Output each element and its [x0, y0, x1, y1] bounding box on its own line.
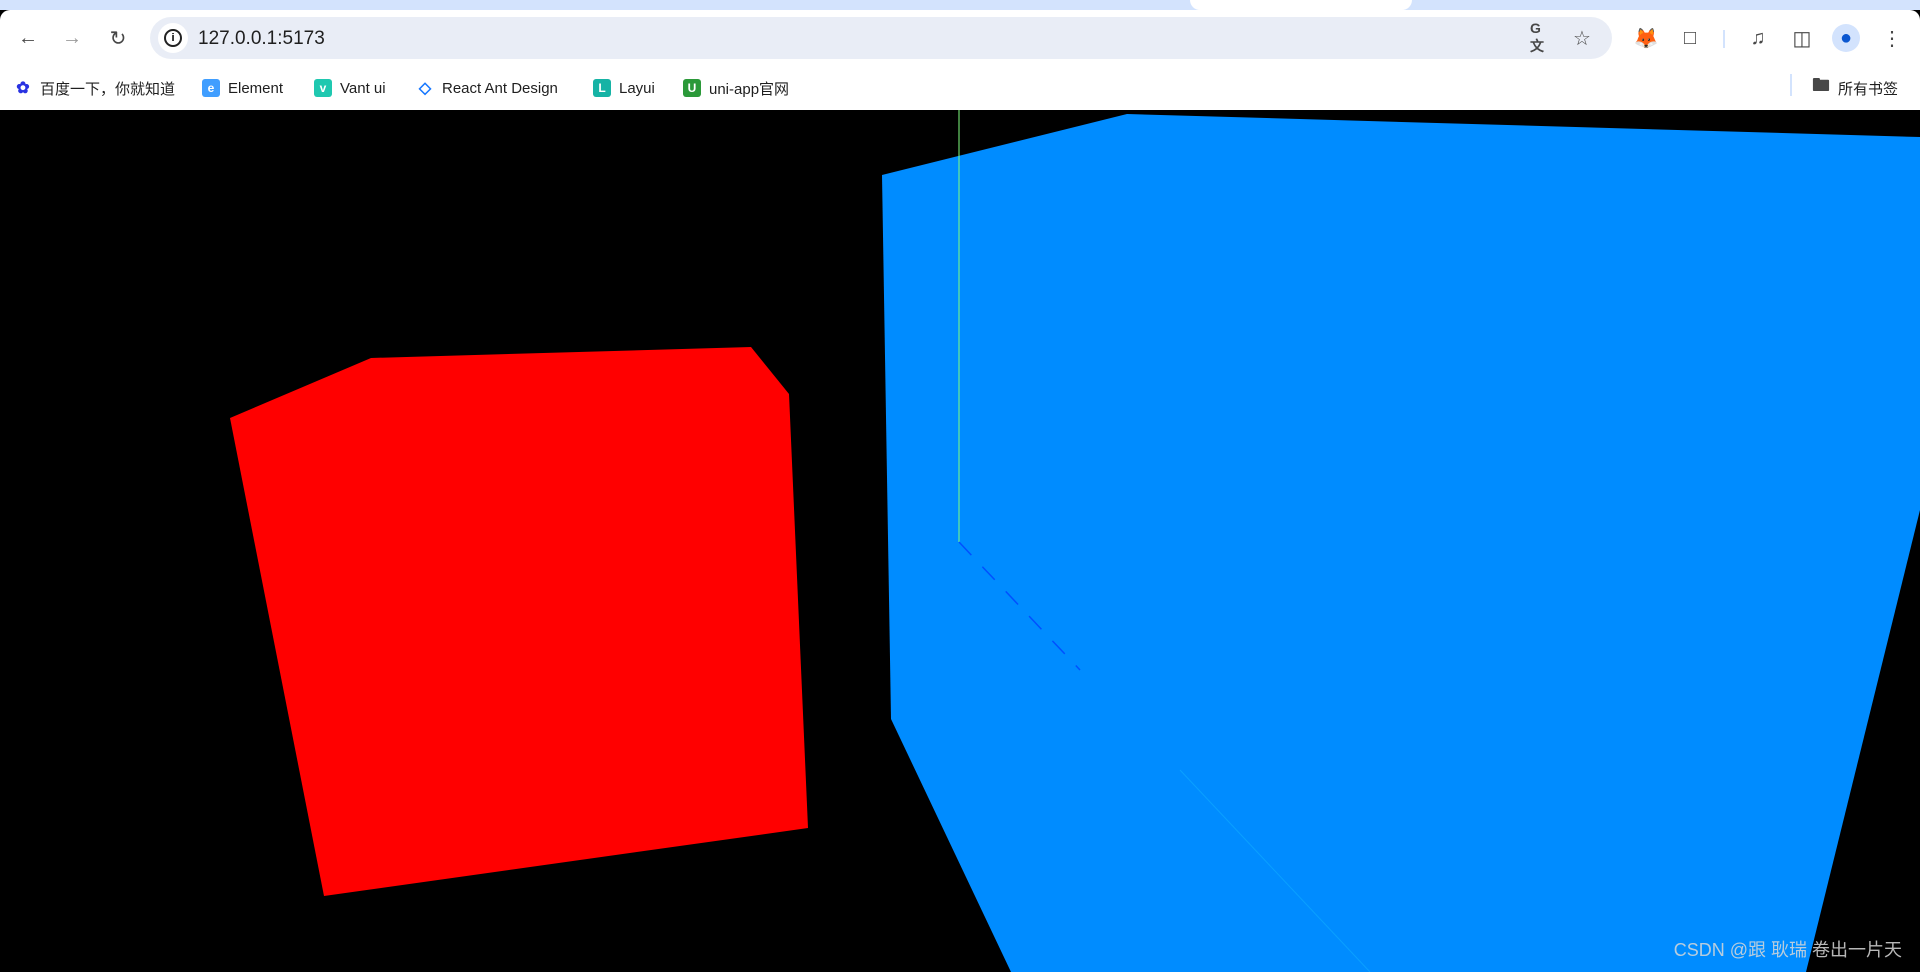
bookmark-vant[interactable]: v Vant ui	[314, 76, 386, 100]
media-queue-icon[interactable]: ♫	[1744, 24, 1772, 52]
all-bookmarks-label: 所有书签	[1838, 80, 1899, 98]
metamask-fox-icon[interactable]: 🦊	[1632, 24, 1660, 52]
folder-icon: 🖿	[1812, 75, 1830, 95]
active-tab[interactable]	[1190, 0, 1412, 10]
url-text[interactable]: 127.0.0.1:5173	[198, 28, 325, 50]
bookmark-layui[interactable]: L Layui	[593, 76, 655, 100]
bookmark-label: 百度一下，你就知道	[40, 80, 176, 98]
translate-icon[interactable]: G文	[1530, 20, 1554, 54]
browser-toolbar: ← → ↻ i 127.0.0.1:5173 G文 ☆ 🦊 □ ♫ ◫ ● ⋮	[0, 10, 1920, 66]
red-cube	[230, 347, 808, 896]
bookmark-react-ant-design[interactable]: ◇ React Ant Design	[416, 76, 558, 100]
bookmark-uniapp[interactable]: Uuni-app官网	[683, 76, 789, 100]
extensions-puzzle-icon[interactable]: □	[1676, 24, 1704, 52]
bookmark-label: uni-app官网	[709, 80, 790, 98]
site-info-icon[interactable]: i	[158, 23, 188, 53]
bookmark-label: Layui	[619, 79, 655, 97]
side-panel-icon[interactable]: ◫	[1788, 24, 1816, 52]
all-bookmarks-button[interactable]: 🖿 所有书签	[1812, 75, 1899, 100]
element-icon: e	[202, 79, 220, 97]
bookmark-label: Vant ui	[340, 79, 386, 97]
bookmark-label: React Ant Design	[442, 79, 558, 97]
vant-icon: v	[314, 79, 332, 97]
address-bar[interactable]: i 127.0.0.1:5173 G文 ☆	[150, 17, 1612, 59]
forward-button[interactable]: →	[58, 24, 86, 52]
menu-kebab-icon[interactable]: ⋮	[1878, 24, 1906, 52]
uniapp-icon: U	[683, 79, 701, 97]
bookmark-star-icon[interactable]: ☆	[1570, 26, 1594, 50]
back-button[interactable]: ←	[14, 24, 42, 52]
bookmark-element[interactable]: e Element	[202, 76, 283, 100]
tab-strip	[0, 0, 1920, 10]
reload-button[interactable]: ↻	[104, 24, 132, 52]
ant-design-icon: ◇	[416, 79, 434, 97]
layui-icon: L	[593, 79, 611, 97]
toolbar-divider	[1723, 30, 1725, 48]
blue-cube	[882, 114, 1920, 972]
threejs-canvas[interactable]	[0, 110, 1920, 972]
watermark: CSDN @跟 耿瑞 卷出一片天	[1673, 940, 1902, 960]
bookmarks-bar: ✿ 百度一下，你就知道 e Element v Vant ui ◇ React Ant …	[0, 66, 1920, 110]
bookmarks-divider	[1790, 74, 1792, 96]
profile-avatar-icon[interactable]: ●	[1832, 24, 1860, 52]
bookmark-baidu[interactable]: ✿ 百度一下，你就知道	[14, 76, 175, 100]
baidu-icon: ✿	[14, 79, 32, 97]
bookmark-label: Element	[228, 79, 284, 97]
